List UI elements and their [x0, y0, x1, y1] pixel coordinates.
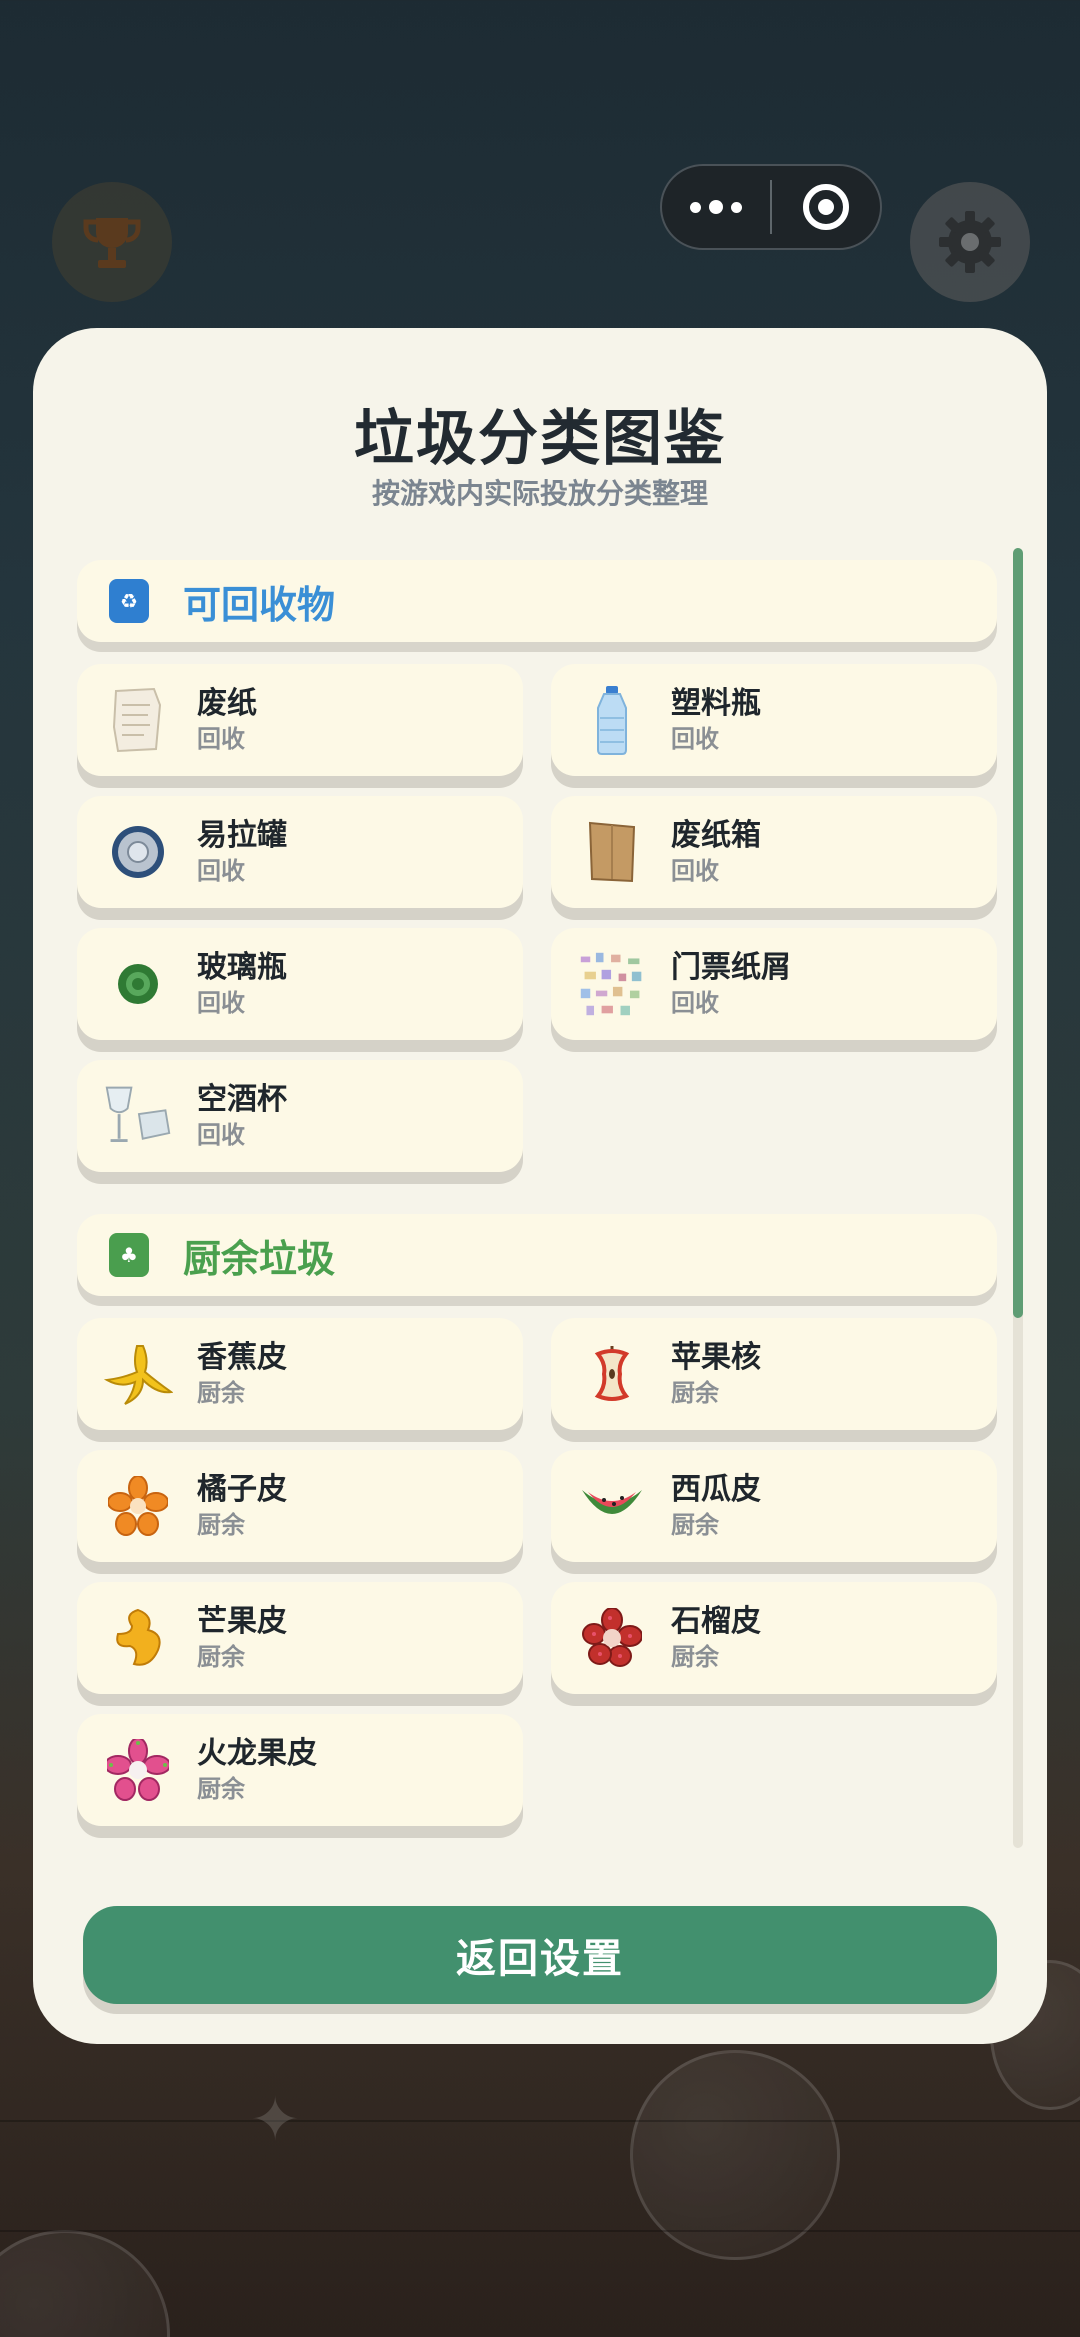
item-category: 厨余 [197, 1511, 245, 1539]
item-name: 苹果核 [671, 1340, 761, 1375]
item-card[interactable]: 塑料瓶 回收 [551, 664, 997, 776]
item-card[interactable]: 易拉罐 回收 [77, 796, 523, 908]
back-to-settings-button[interactable]: 返回设置 [83, 1906, 997, 2004]
mini-program-capsule [660, 164, 882, 250]
item-category: 回收 [671, 725, 719, 753]
sparkle-icon: ✦ [250, 2085, 301, 2155]
orange-peel-icon [103, 1471, 173, 1541]
item-card[interactable]: 芒果皮 厨余 [77, 1582, 523, 1694]
section-header-recyclable: ♻ 可回收物 [77, 560, 997, 642]
settings-button[interactable] [910, 182, 1030, 302]
item-category: 厨余 [671, 1643, 719, 1671]
item-name: 易拉罐 [197, 818, 287, 853]
more-dots-icon[interactable] [662, 166, 770, 248]
item-card[interactable]: 火龙果皮 厨余 [77, 1714, 523, 1826]
section-title: 厨余垃圾 [183, 1236, 336, 1281]
category-list[interactable]: ♻ 可回收物 废纸 回收 塑料瓶 回收 易拉罐 回收 废纸箱 回收 玻璃瓶 回收… [77, 560, 1037, 2044]
item-category: 厨余 [197, 1379, 245, 1407]
item-category: 回收 [197, 1121, 245, 1149]
item-card[interactable]: 废纸 回收 [77, 664, 523, 776]
pomegranate-peel-icon [577, 1603, 647, 1673]
item-category: 回收 [197, 725, 245, 753]
item-category: 厨余 [671, 1379, 719, 1407]
gear-icon [939, 211, 1001, 273]
item-card[interactable]: 西瓜皮 厨余 [551, 1450, 997, 1562]
encyclopedia-panel: 垃圾分类图鉴 按游戏内实际投放分类整理 ♻ 可回收物 废纸 回收 塑料瓶 回收 [33, 328, 1047, 2044]
floor-plank [0, 2230, 1080, 2232]
item-name: 塑料瓶 [671, 686, 761, 721]
item-name: 火龙果皮 [197, 1736, 317, 1771]
item-name: 玻璃瓶 [197, 950, 287, 985]
item-category: 回收 [197, 989, 245, 1017]
background-bubble [0, 2230, 170, 2337]
background-bubble [630, 2050, 840, 2260]
item-name: 香蕉皮 [197, 1340, 287, 1375]
waste-paper-icon [103, 685, 173, 755]
item-card[interactable]: 门票纸屑 回收 [551, 928, 997, 1040]
trophy-button[interactable] [52, 182, 172, 302]
item-category: 厨余 [197, 1643, 245, 1671]
item-category: 回收 [197, 857, 245, 885]
section-title: 可回收物 [183, 582, 336, 627]
item-category: 厨余 [197, 1775, 245, 1803]
ticket-scraps-icon [577, 949, 647, 1019]
recycle-bin-icon: ♻ [109, 579, 149, 623]
item-name: 门票纸屑 [671, 950, 791, 985]
wine-glass-icon [103, 1081, 173, 1151]
item-name: 石榴皮 [671, 1604, 761, 1639]
floor-plank [0, 2120, 1080, 2122]
item-card[interactable]: 苹果核 厨余 [551, 1318, 997, 1430]
item-card[interactable]: 香蕉皮 厨余 [77, 1318, 523, 1430]
item-card[interactable]: 空酒杯 回收 [77, 1060, 523, 1172]
item-name: 橘子皮 [197, 1472, 287, 1507]
item-card[interactable]: 废纸箱 回收 [551, 796, 997, 908]
item-card[interactable]: 玻璃瓶 回收 [77, 928, 523, 1040]
mango-peel-icon [103, 1603, 173, 1673]
watermelon-rind-icon [577, 1471, 647, 1541]
dragon-fruit-peel-icon [103, 1735, 173, 1805]
banana-peel-icon [103, 1339, 173, 1409]
trophy-icon [83, 218, 141, 268]
target-icon[interactable] [772, 166, 880, 248]
item-category: 厨余 [671, 1511, 719, 1539]
apple-core-icon [577, 1339, 647, 1409]
item-category: 回收 [671, 857, 719, 885]
item-name: 空酒杯 [197, 1082, 287, 1117]
cardboard-box-icon [577, 817, 647, 887]
item-category: 回收 [671, 989, 719, 1017]
item-name: 废纸 [197, 686, 257, 721]
item-name: 废纸箱 [671, 818, 761, 853]
item-name: 西瓜皮 [671, 1472, 761, 1507]
plastic-bottle-icon [577, 685, 647, 755]
page-title: 垃圾分类图鉴 [354, 404, 726, 474]
item-card[interactable]: 橘子皮 厨余 [77, 1450, 523, 1562]
section-header-kitchen: ♣ 厨余垃圾 [77, 1214, 997, 1296]
glass-bottle-icon [103, 949, 173, 1019]
page-subtitle: 按游戏内实际投放分类整理 [371, 477, 708, 510]
kitchen-bin-icon: ♣ [109, 1233, 149, 1277]
item-card[interactable]: 石榴皮 厨余 [551, 1582, 997, 1694]
item-name: 芒果皮 [197, 1604, 287, 1639]
can-icon [103, 817, 173, 887]
